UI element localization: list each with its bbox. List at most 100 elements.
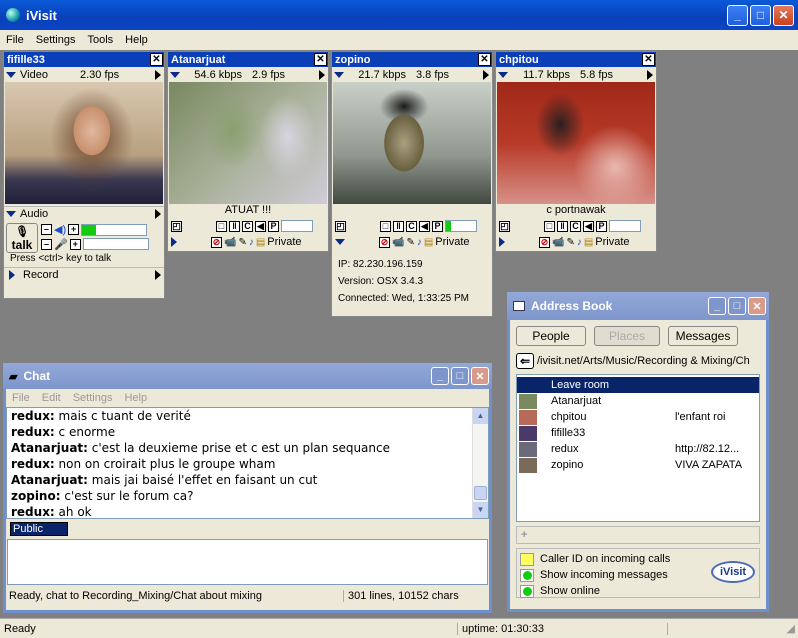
camera-icon[interactable]: 📹 xyxy=(224,237,236,248)
speaker-button[interactable]: ◀ xyxy=(419,220,430,232)
chat-close-button[interactable]: ✕ xyxy=(471,367,489,385)
scroll-up-icon[interactable]: ▲ xyxy=(473,408,488,424)
scroll-down-icon[interactable]: ▼ xyxy=(473,502,488,518)
chat-minimize-button[interactable]: _ xyxy=(431,367,449,385)
chat-maximize-button[interactable]: □ xyxy=(451,367,469,385)
volume-up-button[interactable]: + xyxy=(68,224,80,236)
mic-small-icon[interactable]: ♪ xyxy=(577,237,582,248)
tab-messages[interactable]: Messages xyxy=(668,326,738,346)
pencil-icon[interactable]: ✎ xyxy=(238,237,246,248)
c-button[interactable]: C xyxy=(242,220,253,232)
expand-icon[interactable] xyxy=(155,270,161,280)
video-title[interactable]: zopino ✕ xyxy=(332,52,492,67)
speaker-button[interactable]: ◀ xyxy=(583,220,594,232)
tab-people[interactable]: People xyxy=(516,326,586,346)
snapshot-button[interactable]: ◰ xyxy=(171,220,182,232)
video-close-icon[interactable]: ✕ xyxy=(314,53,327,66)
list-item[interactable]: fifille33 xyxy=(517,425,759,441)
mic-small-icon[interactable]: ♪ xyxy=(249,237,254,248)
expand-icon[interactable] xyxy=(171,237,177,247)
block-video-button[interactable]: ⊘ xyxy=(539,236,550,248)
mic-up-button[interactable]: + xyxy=(69,238,81,250)
p-button[interactable]: P xyxy=(596,220,607,232)
speaker-button[interactable]: ◀ xyxy=(255,220,266,232)
video-title[interactable]: chpitou ✕ xyxy=(496,52,656,67)
expand-icon[interactable] xyxy=(155,69,161,80)
dropdown-icon[interactable] xyxy=(6,211,16,217)
dropdown-icon[interactable] xyxy=(170,71,180,78)
pencil-icon[interactable]: ✎ xyxy=(406,237,414,248)
online-indicator-icon[interactable] xyxy=(520,584,534,598)
record-row[interactable]: Record xyxy=(4,267,164,282)
c-button[interactable]: C xyxy=(570,220,581,232)
dropdown-icon[interactable] xyxy=(498,71,508,78)
video-close-icon[interactable]: ✕ xyxy=(478,53,491,66)
ab-minimize-button[interactable]: _ xyxy=(708,297,726,315)
channel-select[interactable]: Public xyxy=(10,522,68,536)
address-book-titlebar[interactable]: Address Book _ □ ✕ xyxy=(507,292,769,320)
video-close-icon[interactable]: ✕ xyxy=(150,53,163,66)
chat-scrollbar[interactable]: ▲ ▼ xyxy=(472,408,488,518)
list-item[interactable]: zopino VIVA ZAPATA xyxy=(517,457,759,473)
menu-file[interactable]: File xyxy=(0,34,30,46)
messages-indicator-icon[interactable] xyxy=(520,568,534,582)
dropdown-icon[interactable] xyxy=(6,71,16,78)
mic-down-button[interactable]: – xyxy=(41,238,52,250)
back-arrow-icon[interactable]: ⇐ xyxy=(516,353,534,369)
collapse-icon[interactable] xyxy=(335,239,345,245)
window-button[interactable]: □ xyxy=(216,220,227,232)
expand-icon[interactable] xyxy=(499,237,505,247)
block-video-button[interactable]: ⊘ xyxy=(379,236,390,248)
menu-settings[interactable]: Settings xyxy=(30,34,82,46)
list-item-leave-room[interactable]: Leave room xyxy=(517,377,759,393)
snapshot-button[interactable]: ◰ xyxy=(335,220,346,232)
ab-close-button[interactable]: ✕ xyxy=(748,297,766,315)
video-title[interactable]: fifille33 ✕ xyxy=(4,52,164,67)
dropdown-icon[interactable] xyxy=(334,71,344,78)
pause-button[interactable]: ǁ xyxy=(557,220,568,232)
pencil-icon[interactable]: ✎ xyxy=(566,237,574,248)
expand-icon[interactable] xyxy=(647,69,653,80)
chat-titlebar[interactable]: ▰ Chat _ □ ✕ xyxy=(3,363,492,389)
video-title[interactable]: Atanarjuat ✕ xyxy=(168,52,328,67)
list-item[interactable]: redux http://82.12... xyxy=(517,441,759,457)
menu-tools[interactable]: Tools xyxy=(81,34,119,46)
chat-menu-file[interactable]: File xyxy=(6,392,36,404)
window-button[interactable]: □ xyxy=(544,220,555,232)
chat-menu-help[interactable]: Help xyxy=(118,392,153,404)
chat-menu-edit[interactable]: Edit xyxy=(36,392,67,404)
volume-down-button[interactable]: – xyxy=(41,224,52,236)
ab-maximize-button[interactable]: □ xyxy=(728,297,746,315)
tab-places[interactable]: Places xyxy=(594,326,660,346)
ab-list[interactable]: Leave room Atanarjuat chpitou l'enfant r… xyxy=(516,374,760,522)
list-item[interactable]: chpitou l'enfant roi xyxy=(517,409,759,425)
block-video-button[interactable]: ⊘ xyxy=(211,236,222,248)
add-icon[interactable]: + xyxy=(521,529,527,541)
camera-icon[interactable]: 📹 xyxy=(552,237,564,248)
maximize-button[interactable]: □ xyxy=(750,4,771,26)
p-button[interactable]: P xyxy=(432,220,443,232)
list-item[interactable]: Atanarjuat xyxy=(517,393,759,409)
pause-button[interactable]: ǁ xyxy=(229,220,240,232)
resize-grip-icon[interactable]: ◢ xyxy=(787,622,795,635)
mic-small-icon[interactable]: ♪ xyxy=(417,237,422,248)
snapshot-button[interactable]: ◰ xyxy=(499,220,510,232)
app-titlebar[interactable]: iVisit _ □ ✕ xyxy=(0,0,798,30)
window-button[interactable]: □ xyxy=(380,220,391,232)
scroll-thumb[interactable] xyxy=(474,486,487,500)
camera-icon[interactable]: 📹 xyxy=(392,237,404,248)
chat-log[interactable]: redux: mais c tuant de verité redux: c e… xyxy=(6,407,489,519)
chat-menu-settings[interactable]: Settings xyxy=(67,392,119,404)
c-button[interactable]: C xyxy=(406,220,417,232)
menu-help[interactable]: Help xyxy=(119,34,154,46)
pause-button[interactable]: ǁ xyxy=(393,220,404,232)
expand-icon[interactable] xyxy=(483,69,489,80)
p-button[interactable]: P xyxy=(268,220,279,232)
caller-id-indicator-icon[interactable] xyxy=(520,552,534,566)
talk-button[interactable]: 🎙 talk xyxy=(6,223,38,253)
minimize-button[interactable]: _ xyxy=(727,4,748,26)
expand-icon[interactable] xyxy=(155,209,161,219)
video-close-icon[interactable]: ✕ xyxy=(642,53,655,66)
expand-icon[interactable] xyxy=(319,69,325,80)
chat-input[interactable] xyxy=(7,539,488,585)
